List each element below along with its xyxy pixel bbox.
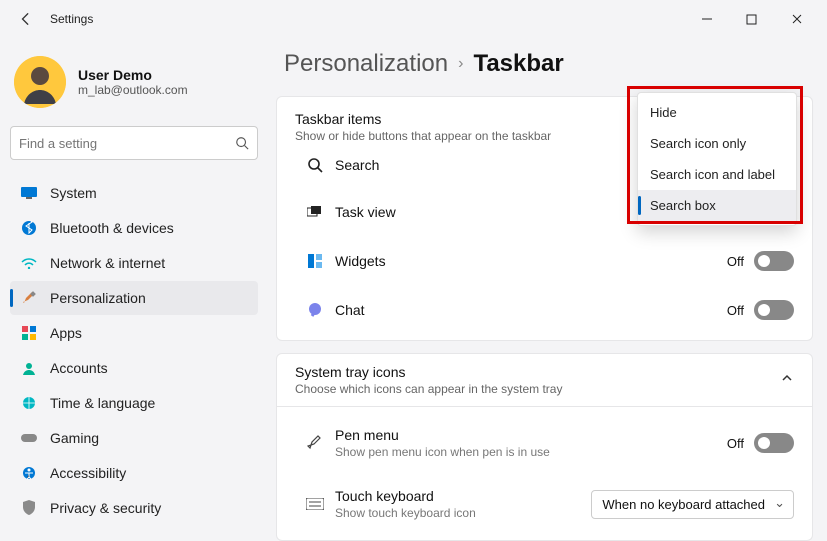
search-icon: [295, 157, 335, 173]
breadcrumb: Personalization › Taskbar: [284, 50, 813, 78]
sidebar-item-network[interactable]: Network & internet: [10, 246, 258, 280]
dropdown-option-icon-only[interactable]: Search icon only: [638, 128, 796, 159]
breadcrumb-parent[interactable]: Personalization: [284, 50, 448, 78]
system-tray-section-body: Pen menu Show pen menu icon when pen is …: [276, 407, 813, 541]
widgets-icon: [295, 254, 335, 268]
toggle-state: Off: [727, 303, 744, 318]
sidebar-item-label: System: [50, 185, 97, 201]
toggle-state: Off: [727, 436, 744, 451]
search-mode-dropdown[interactable]: Hide Search icon only Search icon and la…: [637, 92, 797, 226]
row-pen-menu: Pen menu Show pen menu icon when pen is …: [295, 413, 794, 473]
section-title: System tray icons: [295, 364, 562, 380]
row-label: Pen menu: [335, 427, 727, 443]
close-button[interactable]: [774, 4, 819, 34]
avatar: [14, 56, 66, 108]
system-icon: [20, 184, 38, 202]
person-icon: [20, 359, 38, 377]
minimize-button[interactable]: [684, 4, 729, 34]
back-button[interactable]: [14, 7, 38, 31]
maximize-button[interactable]: [729, 4, 774, 34]
chat-icon: [295, 302, 335, 318]
gamepad-icon: [20, 429, 38, 447]
sidebar-item-accessibility[interactable]: Accessibility: [10, 456, 258, 490]
sidebar-item-label: Accessibility: [50, 465, 126, 481]
apps-icon: [20, 324, 38, 342]
dropdown-option-search-box[interactable]: Search box: [638, 190, 796, 221]
chat-toggle[interactable]: [754, 300, 794, 320]
sidebar-item-bluetooth[interactable]: Bluetooth & devices: [10, 211, 258, 245]
breadcrumb-current: Taskbar: [473, 50, 563, 78]
sidebar-item-label: Network & internet: [50, 255, 165, 271]
sidebar-item-label: Personalization: [50, 290, 146, 306]
task-view-icon: [295, 206, 335, 218]
row-chat: Chat Off: [295, 285, 794, 334]
keyboard-icon: [295, 498, 335, 510]
pen-icon: [295, 435, 335, 451]
sidebar-item-label: Time & language: [50, 395, 155, 411]
dropdown-option-hide[interactable]: Hide: [638, 97, 796, 128]
sidebar-item-label: Gaming: [50, 430, 99, 446]
sidebar-item-personalization[interactable]: Personalization: [10, 281, 258, 315]
row-widgets: Widgets Off: [295, 236, 794, 285]
user-email: m_lab@outlook.com: [78, 83, 188, 97]
paintbrush-icon: [20, 289, 38, 307]
row-label: Chat: [335, 302, 727, 318]
sidebar-item-label: Privacy & security: [50, 500, 161, 516]
wifi-icon: [20, 254, 38, 272]
widgets-toggle[interactable]: [754, 251, 794, 271]
nav-list: System Bluetooth & devices Network & int…: [10, 176, 258, 525]
dropdown-option-icon-label[interactable]: Search icon and label: [638, 159, 796, 190]
sidebar-item-system[interactable]: System: [10, 176, 258, 210]
sidebar-item-label: Apps: [50, 325, 82, 341]
chevron-right-icon: ›: [458, 55, 463, 73]
sidebar-item-gaming[interactable]: Gaming: [10, 421, 258, 455]
system-tray-section-header[interactable]: System tray icons Choose which icons can…: [276, 353, 813, 407]
titlebar: Settings: [0, 0, 827, 38]
globe-icon: [20, 394, 38, 412]
sidebar: User Demo m_lab@outlook.com System Bluet…: [10, 44, 258, 540]
row-label: Widgets: [335, 253, 727, 269]
sidebar-item-time[interactable]: Time & language: [10, 386, 258, 420]
row-touch-keyboard: Touch keyboard Show touch keyboard icon …: [295, 473, 794, 534]
row-sublabel: Show touch keyboard icon: [335, 506, 591, 520]
row-sublabel: Show pen menu icon when pen is in use: [335, 445, 727, 459]
sidebar-item-apps[interactable]: Apps: [10, 316, 258, 350]
user-name: User Demo: [78, 67, 188, 83]
toggle-state: Off: [727, 254, 744, 269]
main-content: Personalization › Taskbar Hide Search ic…: [276, 44, 817, 540]
search-icon: [235, 136, 249, 150]
accessibility-icon: [20, 464, 38, 482]
touch-keyboard-select[interactable]: When no keyboard attached: [591, 490, 794, 519]
window-title: Settings: [50, 12, 93, 26]
sidebar-item-label: Accounts: [50, 360, 108, 376]
shield-icon: [20, 499, 38, 517]
sidebar-item-label: Bluetooth & devices: [50, 220, 174, 236]
sidebar-item-privacy[interactable]: Privacy & security: [10, 491, 258, 525]
chevron-up-icon: [780, 371, 794, 390]
user-profile[interactable]: User Demo m_lab@outlook.com: [10, 44, 258, 126]
sidebar-item-accounts[interactable]: Accounts: [10, 351, 258, 385]
search-input[interactable]: [19, 136, 235, 151]
section-subtitle: Choose which icons can appear in the sys…: [295, 382, 562, 396]
pen-menu-toggle[interactable]: [754, 433, 794, 453]
search-box[interactable]: [10, 126, 258, 160]
bluetooth-icon: [20, 219, 38, 237]
arrow-left-icon: [19, 12, 33, 26]
row-label: Touch keyboard: [335, 488, 591, 504]
